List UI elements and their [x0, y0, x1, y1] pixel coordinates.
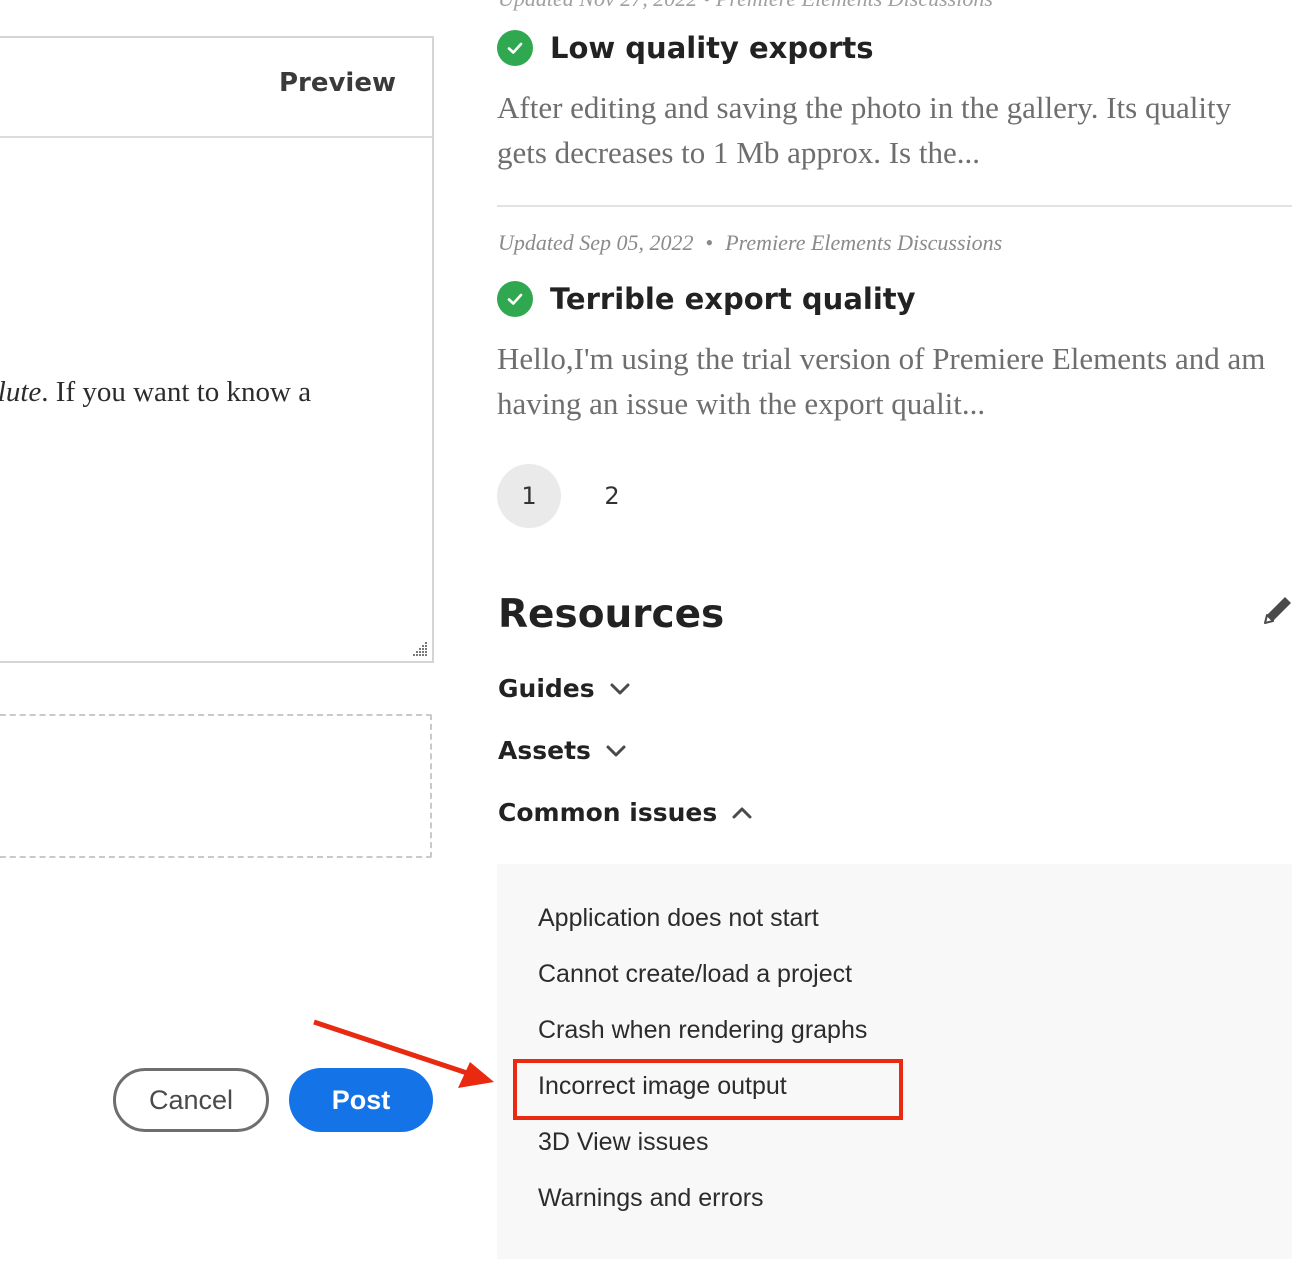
- post-title-link[interactable]: Low quality exports: [497, 30, 874, 66]
- resources-heading: Resources: [498, 592, 725, 637]
- solved-check-icon: [497, 281, 533, 317]
- post-title-link[interactable]: Terrible export quality: [497, 281, 916, 317]
- accordion-label: Common issues: [498, 798, 718, 827]
- meta-separator: •: [705, 230, 714, 255]
- post-title-text: Low quality exports: [550, 31, 874, 65]
- post-meta: Updated Sep 05, 2022 • Premiere Elements D…: [498, 230, 1002, 256]
- issue-link[interactable]: 3D View issues: [538, 1128, 708, 1157]
- edit-pencil-icon[interactable]: [1260, 592, 1292, 628]
- post-excerpt: After editing and saving the photo in th…: [497, 90, 1232, 170]
- post-divider: [497, 205, 1292, 207]
- annotation-highlight-box: [513, 1059, 903, 1120]
- accordion-assets[interactable]: Assets: [498, 736, 627, 765]
- accordion-label: Assets: [498, 736, 591, 765]
- post-updated-date: Updated Sep 05, 2022: [498, 230, 694, 255]
- cancel-button[interactable]: Cancel: [113, 1068, 269, 1132]
- editor-plain-text: . If you want to know a: [41, 376, 312, 408]
- editor-content[interactable]: solute. If you want to know a: [0, 376, 311, 409]
- reply-editor[interactable]: Preview solute. If you want to know a: [0, 36, 434, 663]
- cut-off-meta: Updated Nov 27, 2022 • Premiere Elements…: [498, 0, 993, 12]
- accordion-guides[interactable]: Guides: [498, 674, 631, 703]
- attachment-dropzone[interactable]: [0, 714, 432, 858]
- page-button-1[interactable]: 1: [497, 464, 561, 528]
- issue-link[interactable]: Cannot create/load a project: [538, 960, 852, 989]
- issue-link[interactable]: Application does not start: [538, 904, 819, 933]
- resize-handle-icon[interactable]: [410, 639, 428, 657]
- issue-link[interactable]: Crash when rendering graphs: [538, 1016, 867, 1045]
- issue-link[interactable]: Warnings and errors: [538, 1184, 764, 1213]
- annotation-arrow-icon: [313, 1019, 494, 1088]
- preview-tab[interactable]: Preview: [279, 68, 396, 98]
- post-title-text: Terrible export quality: [550, 282, 916, 316]
- chevron-down-icon: [610, 683, 630, 694]
- post-board-link[interactable]: Premiere Elements Discussions: [725, 230, 1002, 255]
- accordion-common-issues[interactable]: Common issues: [498, 798, 753, 827]
- page-button-2[interactable]: 2: [580, 464, 644, 528]
- editor-toolbar: Preview: [0, 38, 432, 138]
- accordion-label: Guides: [498, 674, 595, 703]
- solved-check-icon: [497, 30, 533, 66]
- editor-italic-text: solute: [0, 376, 42, 408]
- post-excerpt: Hello,I'm using the trial version of Pre…: [497, 341, 1266, 421]
- chevron-down-icon: [606, 745, 626, 756]
- chevron-up-icon: [732, 807, 752, 818]
